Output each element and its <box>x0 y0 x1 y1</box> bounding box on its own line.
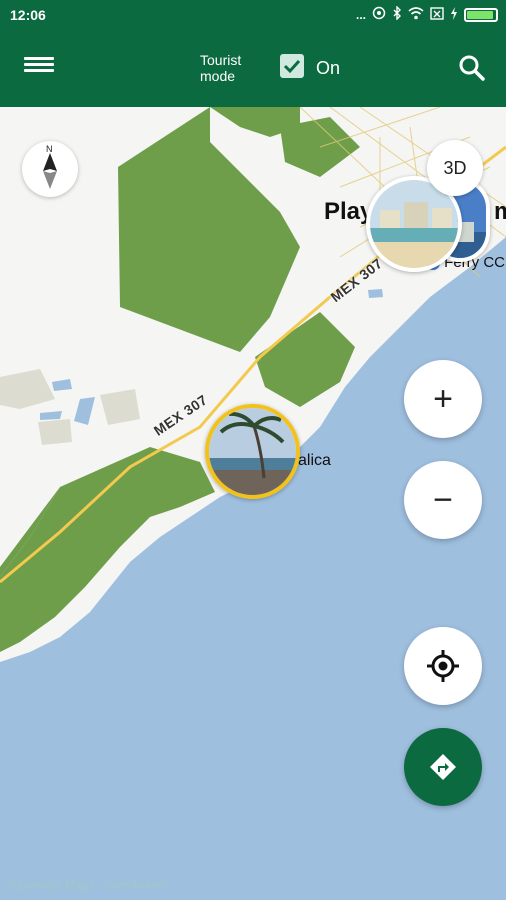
search-button[interactable] <box>458 54 486 82</box>
navigate-button[interactable] <box>404 728 482 806</box>
toggle-3d-button[interactable]: 3D <box>427 140 483 196</box>
sim-icon <box>430 6 444 23</box>
tourist-mode-label-line2: mode <box>200 68 236 84</box>
place-label[interactable]: alica <box>298 452 331 470</box>
tourist-mode-label-line1: Tourist <box>200 52 242 68</box>
zoom-out-button[interactable]: − <box>404 461 482 539</box>
app-bar: Tourist mode On <box>0 30 506 107</box>
tourist-mode-label: Tourist mode <box>200 52 241 84</box>
compass-button[interactable]: N <box>22 141 78 197</box>
alarm-icon <box>372 6 386 23</box>
poi-photo-palm[interactable] <box>205 404 300 499</box>
palm-photo-image <box>209 408 296 495</box>
status-time: 12:06 <box>10 7 46 23</box>
battery-icon <box>464 7 498 22</box>
zoom-in-button[interactable]: + <box>404 360 482 438</box>
toggle-state-label: On <box>316 58 341 78</box>
wifi-icon <box>408 6 424 23</box>
search-icon <box>459 55 485 81</box>
more-dots-icon: ... <box>355 7 366 22</box>
check-icon <box>283 59 301 74</box>
map-attribution: Tripomatic Maps · contributors <box>6 878 168 892</box>
status-icons: ... <box>355 5 498 23</box>
plus-icon: + <box>433 380 453 418</box>
charging-icon <box>450 6 458 23</box>
bluetooth-icon <box>392 5 402 23</box>
status-bar: 12:06 ... <box>0 0 506 30</box>
compass-icon <box>43 153 57 189</box>
minus-icon: − <box>433 481 453 519</box>
directions-icon <box>430 754 456 780</box>
crosshair-icon <box>427 650 459 682</box>
tourist-mode-checkbox[interactable] <box>280 54 304 78</box>
menu-button[interactable] <box>24 54 54 84</box>
my-location-button[interactable] <box>404 627 482 705</box>
city-label-suffix: m <box>494 198 506 225</box>
